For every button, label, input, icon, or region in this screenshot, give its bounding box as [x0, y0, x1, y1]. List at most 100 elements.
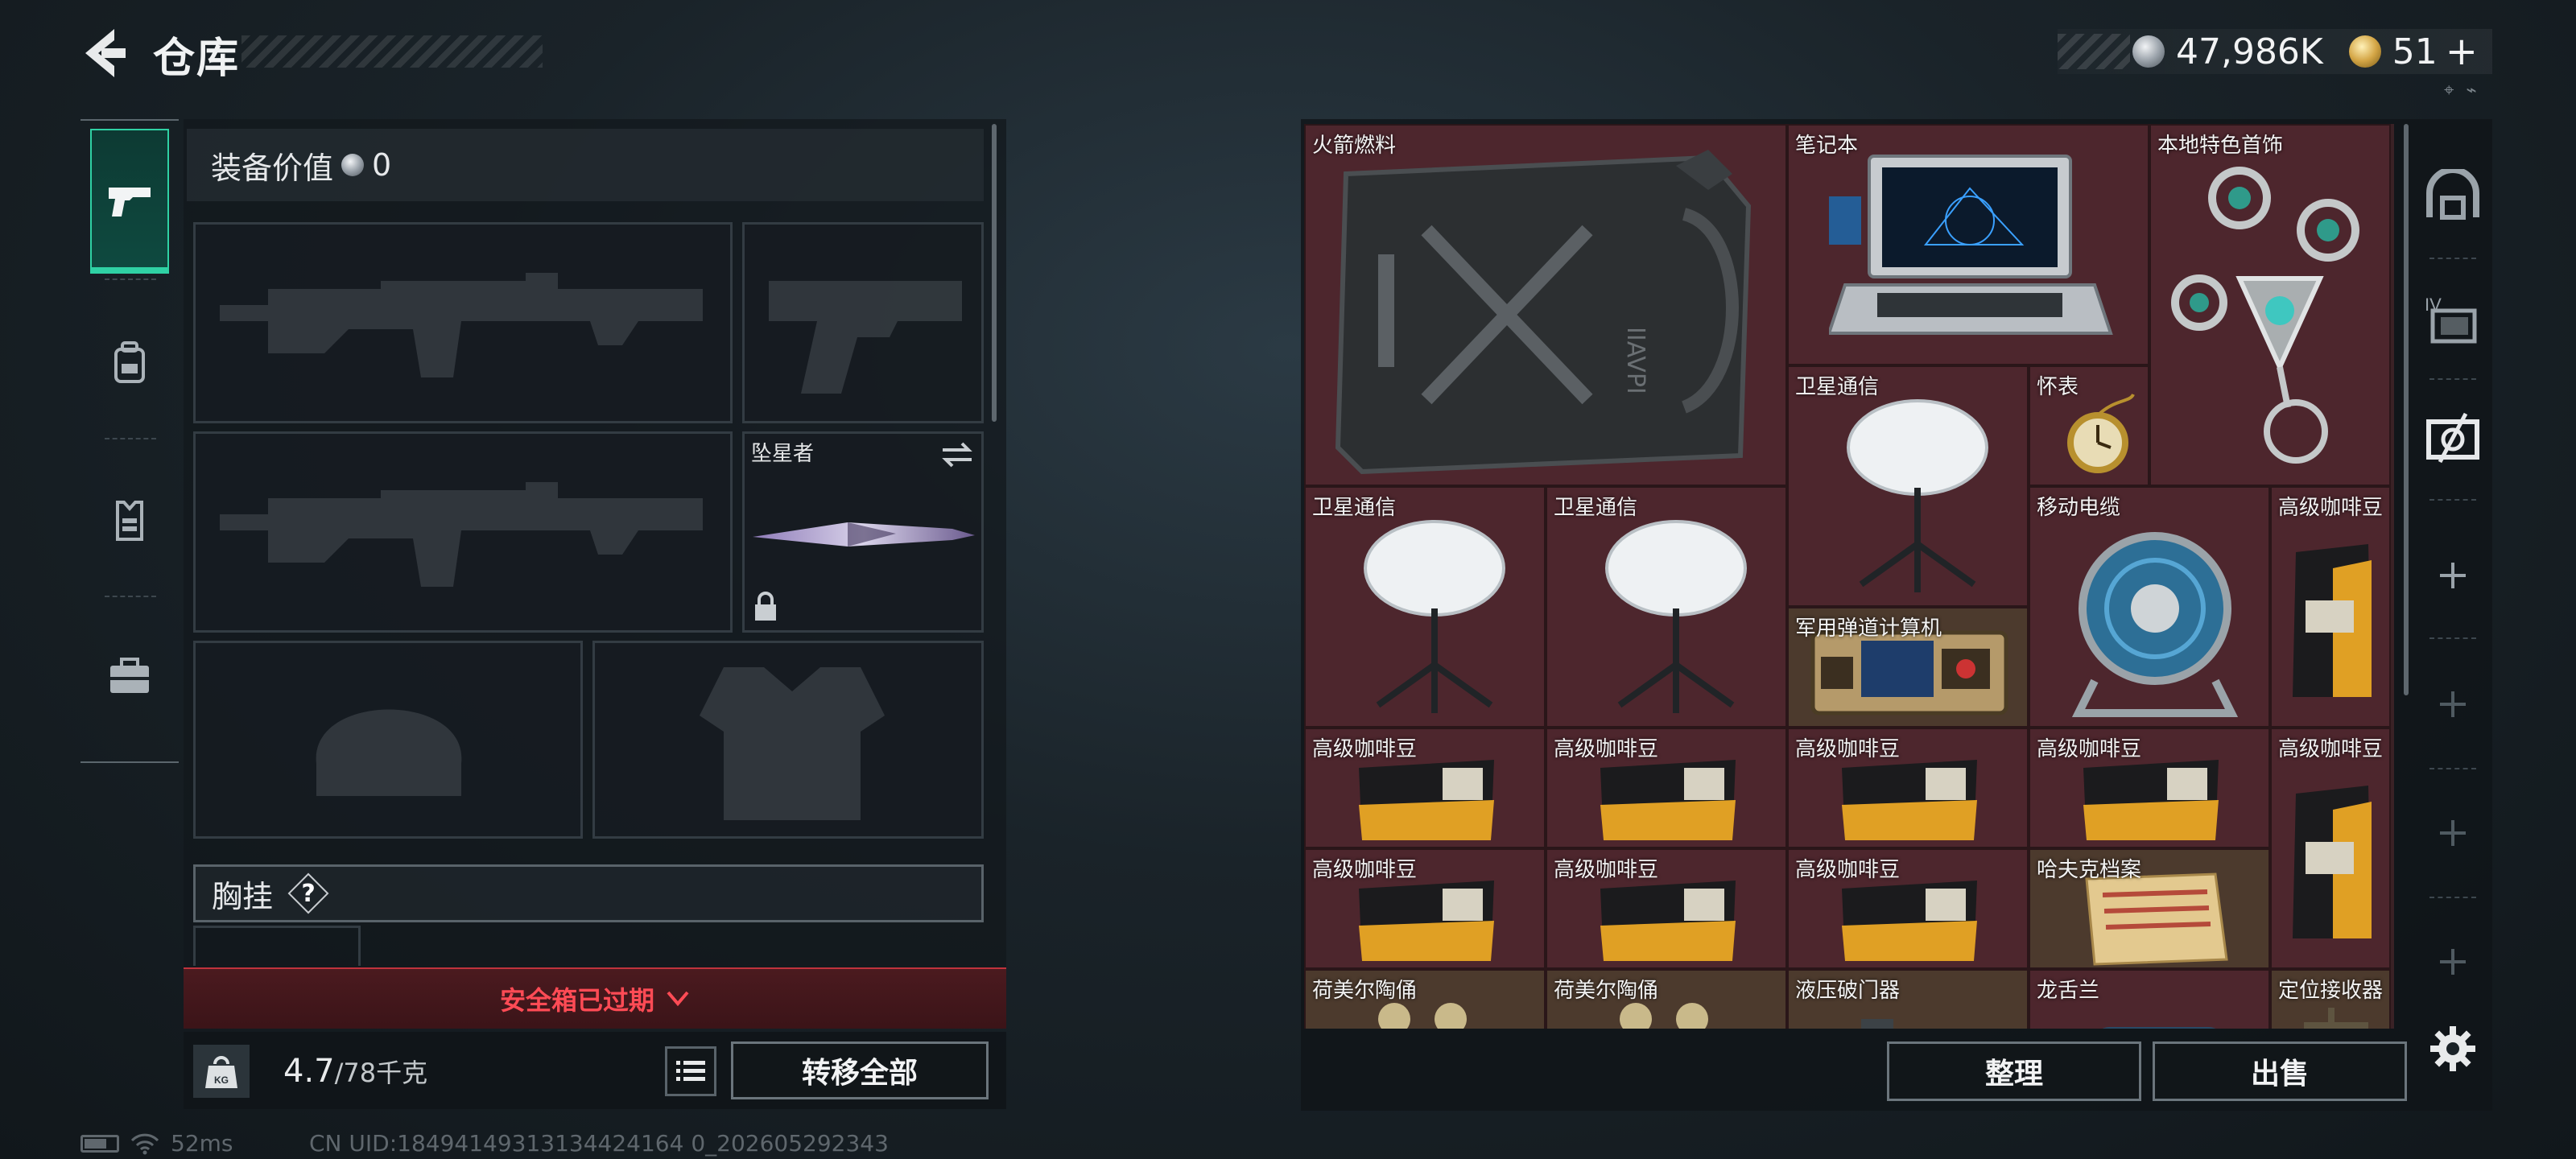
- status-bar: 52ms: [80, 1130, 233, 1157]
- stash-item-satcom[interactable]: 卫星通信: [1787, 365, 2029, 607]
- stash-item-hydraulic-breacher[interactable]: 液压破门器: [1787, 969, 2029, 1029]
- bottle-icon: [2102, 1027, 2216, 1029]
- pocket-watch-icon: [2067, 393, 2135, 473]
- sell-button[interactable]: 出售: [2153, 1041, 2407, 1101]
- stash-item-coffee-beans[interactable]: 高级咖啡豆: [1546, 848, 1787, 969]
- help-icon[interactable]: ?: [289, 874, 328, 913]
- coffee-bag-icon: [2293, 786, 2372, 938]
- breacher-icon: [1861, 1019, 1893, 1029]
- nav-separator: [105, 278, 156, 280]
- stash-item-coffee-beans[interactable]: 高级咖啡豆: [1304, 848, 1546, 969]
- sidearm-slot[interactable]: [742, 222, 984, 423]
- stash-item-rocket-fuel[interactable]: 火箭燃料 IIAVPI: [1304, 124, 1787, 486]
- stash-item-hafk-file[interactable]: 哈夫克档案: [2029, 848, 2270, 969]
- stash-grid: 火箭燃料 IIAVPI 笔记本 本地特色首饰 卫星通信 怀表 卫星通信 卫星通信…: [1304, 124, 2394, 1029]
- gold-currency-add-button[interactable]: +: [2446, 29, 2478, 74]
- list-view-button[interactable]: [665, 1046, 716, 1096]
- gold-currency-value: 51: [2392, 31, 2438, 72]
- nav-separator: [2429, 897, 2476, 898]
- primary-weapon-slot[interactable]: [193, 222, 733, 423]
- plus-icon: [2440, 691, 2466, 717]
- transfer-all-button[interactable]: 转移全部: [731, 1041, 989, 1099]
- coffee-bag-icon: [1600, 760, 1736, 840]
- equipment-value: 装备价值 0: [187, 129, 984, 201]
- stash-item-tequila[interactable]: 龙舌兰: [2029, 969, 2270, 1029]
- loadout-scrollbar[interactable]: [992, 124, 997, 422]
- stash-item-satcom[interactable]: 卫星通信: [1304, 486, 1546, 728]
- back-button[interactable]: [77, 23, 134, 84]
- nav-separator: [2429, 499, 2476, 501]
- stash-item-figurine[interactable]: 荷美尔陶俑: [1546, 969, 1787, 1029]
- nav-separator: [105, 438, 156, 439]
- stash-item-coffee-beans[interactable]: 高级咖啡豆: [2270, 728, 2391, 969]
- swap-icon[interactable]: [939, 440, 975, 469]
- stash-tab-3[interactable]: [2413, 394, 2492, 483]
- weight-max: /78千克: [334, 1058, 428, 1088]
- backpack-icon: [114, 341, 145, 383]
- tab-briefcase[interactable]: [90, 604, 169, 749]
- currency-bar: 47,986K 51 +: [2058, 29, 2492, 74]
- coffee-bag-icon: [2083, 760, 2219, 840]
- locked-stash-tab[interactable]: [2413, 918, 2492, 1006]
- armor-slot[interactable]: [592, 641, 984, 839]
- stash-tab-2[interactable]: IV: [2413, 274, 2492, 362]
- locked-stash-tab[interactable]: [2413, 660, 2492, 749]
- stash-item-figurine[interactable]: 荷美尔陶俑: [1304, 969, 1546, 1029]
- coffee-bag-icon: [1359, 760, 1494, 840]
- equipment-value-label: 装备价值: [211, 150, 334, 186]
- sort-button[interactable]: 整理: [1887, 1041, 2141, 1101]
- coffee-bag-icon: [1600, 881, 1736, 961]
- safebox-expired-label: 安全箱已过期: [499, 985, 654, 1016]
- tab-vest[interactable]: [90, 448, 169, 592]
- chevron-down-icon: [667, 991, 689, 1007]
- title-decoration: [242, 35, 543, 68]
- stash-item-coffee-beans[interactable]: 高级咖啡豆: [1546, 728, 1787, 848]
- document-folder-icon: [2085, 872, 2228, 966]
- weight-icon: KG: [193, 1045, 250, 1098]
- secondary-weapon-slot[interactable]: [193, 431, 733, 633]
- svg-text:IIAVPI: IIAVPI: [1621, 327, 1649, 394]
- stash-item-laptop[interactable]: 笔记本: [1787, 124, 2149, 365]
- page-title: 仓库: [153, 35, 241, 83]
- ping-value: 52ms: [171, 1130, 233, 1157]
- coffee-bag-icon: [1359, 881, 1494, 961]
- tab-weapons[interactable]: [90, 129, 169, 274]
- tab-backpack[interactable]: [90, 290, 169, 435]
- stash-item-coffee-beans[interactable]: 高级咖啡豆: [1787, 848, 2029, 969]
- settings-button[interactable]: [2425, 1021, 2481, 1077]
- chest-rig-slot[interactable]: [193, 926, 361, 966]
- gold-coin-icon: [2348, 35, 2381, 68]
- silver-coin-icon: [341, 154, 365, 176]
- stash-item-coffee-beans[interactable]: 高级咖啡豆: [1304, 728, 1546, 848]
- stash-item-coffee-beans[interactable]: 高级咖啡豆: [2270, 486, 2391, 728]
- helmet-slot[interactable]: [193, 641, 583, 839]
- kettlebell-icon: KG: [205, 1056, 237, 1088]
- vest-icon: [116, 501, 143, 541]
- pistol-silhouette-icon: [769, 281, 962, 394]
- plus-icon: [2440, 949, 2466, 975]
- stash-item-local-jewelry[interactable]: 本地特色首饰: [2149, 124, 2391, 486]
- melee-slot[interactable]: 坠星者: [742, 431, 984, 633]
- stash-item-coffee-beans[interactable]: 高级咖啡豆: [1787, 728, 2029, 848]
- equipment-value-amount: 0: [372, 147, 392, 183]
- locked-stash-tab[interactable]: [2413, 789, 2492, 877]
- chest-rig-header: 胸挂 ?: [193, 864, 984, 922]
- stash-item-gps-receiver[interactable]: 定位接收器: [2270, 969, 2391, 1029]
- nav-separator: [2429, 637, 2476, 639]
- stash-item-ballistic-computer[interactable]: 军用弹道计算机: [1787, 607, 2029, 728]
- satellite-dish-icon: [1364, 520, 1505, 713]
- stash-tab-main[interactable]: [2413, 153, 2492, 241]
- stash-item-cable-reel[interactable]: 移动电缆: [2029, 486, 2270, 728]
- melee-item-name: 坠星者: [751, 442, 815, 466]
- nav-separator: [105, 596, 156, 597]
- stash-item-satcom[interactable]: 卫星通信: [1546, 486, 1787, 728]
- knife-icon: [753, 522, 975, 547]
- stash-folder-icon: IV: [2425, 295, 2477, 344]
- list-icon: [676, 1061, 705, 1081]
- add-stash-tab-button[interactable]: [2413, 531, 2492, 620]
- stash-item-pocket-watch[interactable]: 怀表: [2029, 365, 2149, 486]
- stash-item-coffee-beans[interactable]: 高级咖啡豆: [2029, 728, 2270, 848]
- safebox-expired-banner[interactable]: 安全箱已过期: [184, 967, 1006, 1029]
- stash-scrollbar[interactable]: [2404, 124, 2409, 695]
- nav-separator: [2429, 258, 2476, 259]
